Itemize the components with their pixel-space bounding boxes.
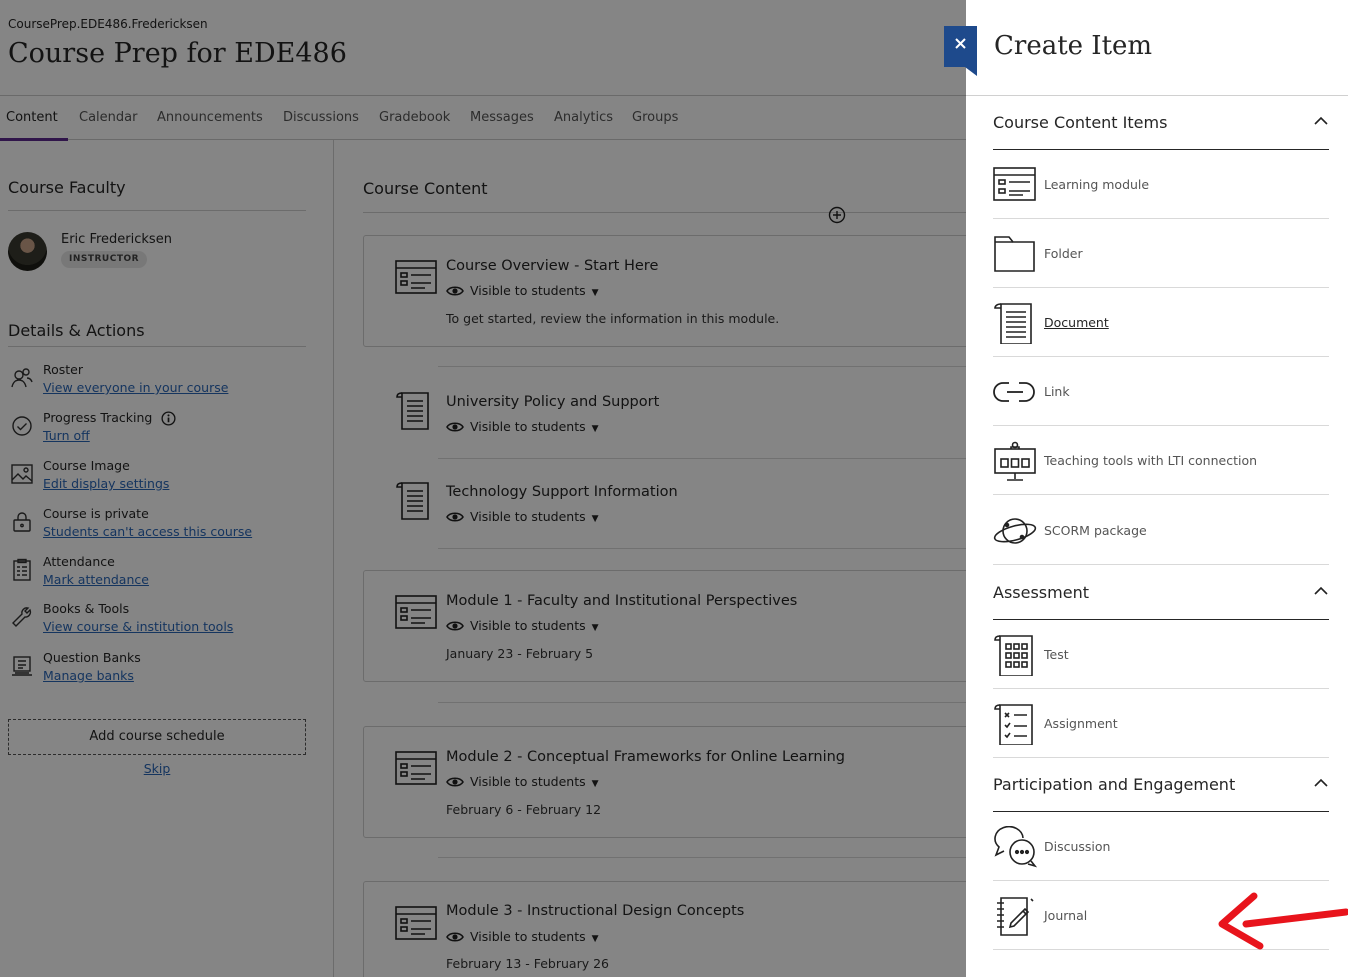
chevron-up-icon[interactable] bbox=[1313, 116, 1329, 126]
group-heading-participation-engagement[interactable]: Participation and Engagement bbox=[993, 775, 1235, 794]
item-label: Document bbox=[1044, 315, 1109, 330]
item-label: Assignment bbox=[1044, 716, 1118, 731]
chevron-up-icon[interactable] bbox=[1313, 778, 1329, 788]
chevron-up-icon[interactable] bbox=[1313, 586, 1329, 596]
group-heading-course-content-items[interactable]: Course Content Items bbox=[993, 113, 1167, 132]
item-lti-tools[interactable]: Teaching tools with LTI connection bbox=[993, 426, 1329, 495]
item-label: Learning module bbox=[1044, 177, 1150, 192]
item-link[interactable]: Link bbox=[993, 357, 1329, 426]
item-document[interactable]: Document bbox=[993, 288, 1329, 357]
close-panel-button[interactable] bbox=[944, 26, 977, 76]
item-label: SCORM package bbox=[1044, 523, 1147, 538]
item-label: Test bbox=[1044, 647, 1069, 662]
scorm-icon bbox=[993, 518, 1037, 544]
course-page: CoursePrep.EDE486.Fredericksen Course Pr… bbox=[0, 0, 983, 977]
annotation-arrow-icon bbox=[1218, 892, 1348, 950]
item-scorm-package[interactable]: SCORM package bbox=[993, 496, 1329, 565]
item-label: Link bbox=[1044, 384, 1070, 399]
item-assignment[interactable]: Assignment bbox=[993, 689, 1329, 758]
discussion-icon bbox=[994, 826, 1037, 868]
assignment-icon bbox=[994, 704, 1033, 745]
test-icon bbox=[994, 635, 1033, 676]
item-label: Teaching tools with LTI connection bbox=[1044, 453, 1258, 468]
item-folder[interactable]: Folder bbox=[993, 219, 1329, 288]
learning-module-icon bbox=[993, 167, 1036, 201]
divider bbox=[966, 95, 1348, 96]
item-label: Discussion bbox=[1044, 839, 1111, 854]
item-test[interactable]: Test bbox=[993, 620, 1329, 689]
document-icon bbox=[994, 303, 1032, 344]
item-label: Folder bbox=[1044, 246, 1083, 261]
journal-icon bbox=[997, 897, 1034, 936]
panel-title: Create Item bbox=[994, 31, 1153, 61]
item-discussion[interactable]: Discussion bbox=[993, 812, 1329, 881]
link-icon bbox=[993, 382, 1035, 402]
folder-icon bbox=[994, 236, 1035, 272]
group-heading-assessment[interactable]: Assessment bbox=[993, 583, 1089, 602]
modal-backdrop[interactable] bbox=[0, 0, 966, 977]
item-learning-module[interactable]: Learning module bbox=[993, 150, 1329, 219]
item-label: Journal bbox=[1044, 908, 1088, 923]
lti-tools-icon bbox=[994, 441, 1036, 481]
